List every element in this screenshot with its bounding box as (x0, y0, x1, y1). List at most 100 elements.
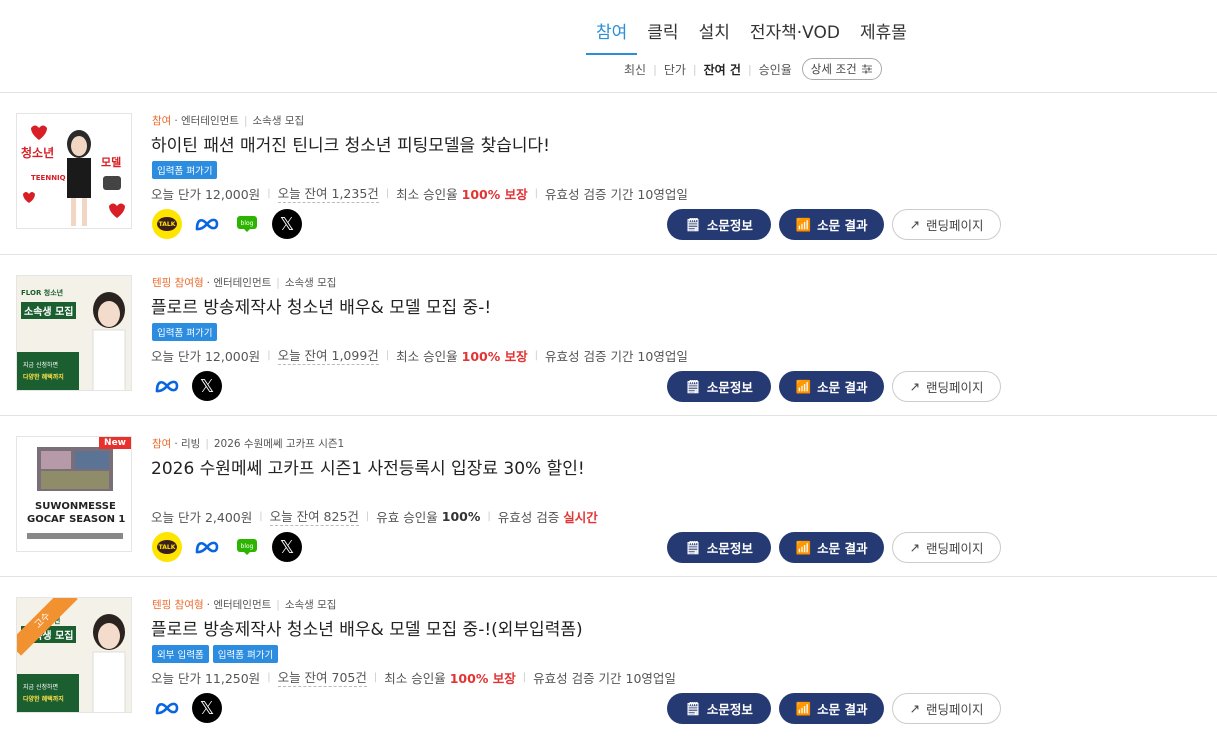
bar-chart-icon: 📶 (795, 539, 812, 555)
sort-divider: | (747, 62, 752, 76)
tab-affiliate-mall[interactable]: 제휴몰 (850, 14, 917, 55)
tab-click[interactable]: 클릭 (637, 14, 688, 55)
landing-page-button[interactable]: ↗ 랜딩페이지 (892, 371, 1001, 402)
campaign-stats: 오늘 단가 2,400원 | 오늘 잔여 825건 | 유효 승인율 100% … (151, 506, 598, 526)
campaign-actions: 🗒 소문정보 📶 소문 결과 ↗ 랜딩페이지 (667, 209, 1001, 240)
campaign-title[interactable]: 2026 수원메쎄 고카프 시즌1 사전등록시 입장료 30% 할인! (151, 454, 585, 479)
landing-page-button[interactable]: ↗ 랜딩페이지 (892, 209, 1001, 240)
rate-label: 최소 승인율 (396, 186, 458, 202)
x-icon[interactable]: 𝕏 (192, 371, 222, 401)
campaign-thumbnail[interactable]: FLOR 청소년 소속생 모집 지금 신청하면 다양한 혜택까지 (16, 275, 132, 391)
kakao-talk-icon[interactable]: TALK (152, 532, 182, 562)
campaign-title[interactable]: 플로르 방송제작사 청소년 배우& 모델 모집 중-! (151, 293, 491, 318)
kakao-talk-label: TALK (157, 217, 177, 231)
validation-value: 실시간 (563, 509, 598, 525)
sort-price[interactable]: 단가 (664, 61, 686, 78)
campaign-category: 텐핑 참여형 (152, 277, 204, 289)
tab-ebook-vod[interactable]: 전자책·VOD (740, 14, 850, 55)
campaign-subcategory: · 엔터테인먼트 (206, 599, 272, 611)
x-icon[interactable]: 𝕏 (272, 532, 302, 562)
kakao-talk-icon[interactable]: TALK (152, 209, 182, 239)
campaign-meta: 텐핑 참여형 · 엔터테인먼트 | 소속생 모집 (152, 275, 336, 290)
campaign-actions: 🗒 소문정보 📶 소문 결과 ↗ 랜딩페이지 (667, 693, 1001, 724)
result-button-label: 소문 결과 (817, 702, 868, 717)
meta-divider: | (205, 437, 209, 450)
thumb-text: FLOR 청소년 (21, 289, 64, 297)
campaign-title[interactable]: 하이틴 패션 매거진 틴니크 청소년 피팅모델을 찾습니다! (151, 131, 550, 156)
meta-divider: | (276, 598, 280, 611)
naver-blog-icon[interactable]: blog (232, 532, 262, 562)
campaign-subcategory: · 엔터테인먼트 (206, 277, 272, 289)
campaign-stats: 오늘 단가 11,250원 | 오늘 잔여 705건 | 최소 승인율 100%… (151, 667, 676, 687)
thumb-text: 지금 신청하면 (23, 684, 59, 691)
thumb-text: 소속생 모집 (21, 302, 77, 319)
meta-divider: | (276, 276, 280, 289)
campaign-tag: 소속생 모집 (284, 599, 337, 611)
sort-remaining[interactable]: 잔여 건 (704, 61, 741, 78)
campaign-stats: 오늘 단가 12,000원 | 오늘 잔여 1,099건 | 최소 승인율 10… (151, 345, 688, 365)
meta-icon[interactable] (192, 209, 222, 239)
category-tabs: 참여 클릭 설치 전자책·VOD 제휴몰 (586, 14, 917, 55)
stats-divider: | (385, 187, 390, 199)
bar-chart-icon: 📶 (795, 700, 812, 716)
sort-latest[interactable]: 최신 (624, 61, 646, 78)
document-icon: 🗒 (685, 539, 701, 555)
result-button[interactable]: 📶 소문 결과 (779, 693, 884, 724)
meta-icon[interactable] (192, 532, 222, 562)
result-button-label: 소문 결과 (817, 541, 868, 556)
campaign-tag: 2026 수원메쎄 고카프 시즌1 (213, 438, 345, 450)
info-button[interactable]: 🗒 소문정보 (667, 209, 771, 240)
stats-divider: | (534, 349, 539, 361)
campaign-item: New SUWONMESSE GOCAF SEASON 1 참여 · 리빙 | … (0, 416, 1217, 576)
campaign-meta: 텐핑 참여형 · 엔터테인먼트 | 소속생 모집 (152, 597, 336, 612)
campaign-thumbnail[interactable]: 청소년 소속생 모집 지금 신청하면 다양한 혜택까지 고수 (16, 597, 132, 713)
rate-value: 100% 보장 (461, 186, 528, 202)
today-price: 오늘 단가 12,000원 (151, 186, 261, 202)
info-button[interactable]: 🗒 소문정보 (667, 371, 771, 402)
badge-external-form: 외부 입력폼 (152, 645, 209, 663)
info-button[interactable]: 🗒 소문정보 (667, 532, 771, 563)
campaign-stats: 오늘 단가 12,000원 | 오늘 잔여 1,235건 | 최소 승인율 10… (151, 183, 688, 203)
result-button[interactable]: 📶 소문 결과 (779, 209, 884, 240)
stats-divider: | (487, 510, 491, 522)
new-tag: New (99, 437, 131, 449)
today-remaining: 오늘 잔여 1,099건 (277, 345, 379, 365)
today-remaining: 오늘 잔여 705건 (277, 667, 367, 687)
meta-divider: | (243, 114, 248, 127)
detail-filter-button[interactable]: 상세 조건 (801, 58, 882, 80)
thumb-text: 다양한 혜택까지 (23, 374, 64, 381)
naver-blog-icon[interactable]: blog (232, 209, 262, 239)
thumb-text: GOCAF SEASON 1 (27, 514, 126, 525)
rate-value: 100% 보장 (449, 670, 516, 686)
external-link-icon: ↗ (909, 379, 920, 394)
campaign-title[interactable]: 플로르 방송제작사 청소년 배우& 모델 모집 중-!(외부입력폼) (151, 615, 583, 640)
landing-button-label: 랜딩페이지 (925, 380, 984, 395)
result-button-label: 소문 결과 (817, 380, 868, 395)
campaign-meta: 참여 · 엔터테인먼트 | 소속생 모집 (152, 113, 304, 128)
rate-label: 최소 승인율 (396, 348, 458, 364)
badge-group: 입력폼 펴가기 (152, 161, 218, 179)
svg-text:blog: blog (241, 543, 254, 550)
info-button-label: 소문정보 (706, 218, 753, 233)
campaign-thumbnail[interactable]: 청소년 모델 TEENNIQ (16, 113, 132, 229)
result-button[interactable]: 📶 소문 결과 (779, 371, 884, 402)
meta-icon[interactable] (152, 371, 182, 401)
today-remaining: 오늘 잔여 1,235건 (277, 183, 379, 203)
landing-button-label: 랜딩페이지 (925, 218, 984, 233)
info-button-label: 소문정보 (706, 541, 753, 556)
x-icon[interactable]: 𝕏 (272, 209, 302, 239)
result-button[interactable]: 📶 소문 결과 (779, 532, 884, 563)
external-link-icon: ↗ (909, 701, 920, 716)
landing-page-button[interactable]: ↗ 랜딩페이지 (892, 693, 1001, 724)
landing-page-button[interactable]: ↗ 랜딩페이지 (892, 532, 1001, 563)
sort-approval-rate[interactable]: 승인율 (759, 61, 792, 78)
x-icon[interactable]: 𝕏 (192, 693, 222, 723)
campaign-thumbnail[interactable]: New SUWONMESSE GOCAF SEASON 1 (16, 436, 132, 552)
tab-install[interactable]: 설치 (689, 14, 740, 55)
info-button[interactable]: 🗒 소문정보 (667, 693, 771, 724)
stats-divider: | (522, 671, 527, 683)
tab-participate[interactable]: 참여 (586, 14, 638, 55)
campaign-item: 청소년 소속생 모집 지금 신청하면 다양한 혜택까지 고수 텐핑 참여형 · … (0, 577, 1217, 737)
meta-icon[interactable] (152, 693, 182, 723)
social-channels: 𝕏 (152, 371, 222, 401)
